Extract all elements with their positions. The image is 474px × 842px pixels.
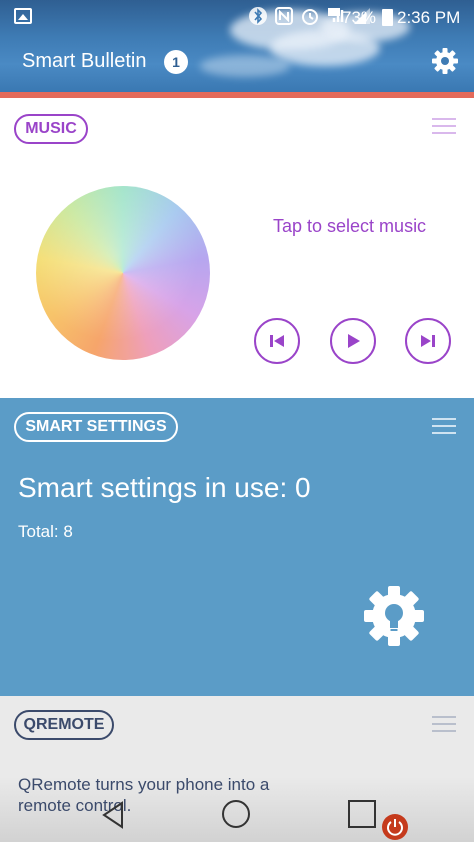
smart-settings-in-use: Smart settings in use: 0 — [18, 472, 311, 503]
qremote-label[interactable]: QREMOTE — [14, 710, 114, 740]
nfc-icon — [274, 6, 294, 26]
navigation-bar — [0, 786, 474, 842]
recent-apps-icon[interactable] — [348, 800, 376, 828]
previous-icon — [270, 335, 284, 347]
app-title: Smart Bulletin — [22, 50, 147, 72]
battery-percent: 73% — [342, 8, 377, 27]
power-icon[interactable] — [382, 814, 408, 840]
music-card: MUSIC Tap to select music — [0, 98, 474, 398]
home-icon[interactable] — [222, 800, 250, 828]
play-icon — [348, 334, 360, 348]
notification-badge: 1 — [164, 50, 188, 74]
bluetooth-icon — [248, 6, 268, 26]
status-bar: 73% 2:36 PM — [0, 0, 474, 34]
previous-button[interactable] — [254, 318, 300, 364]
status-time: 2:36 PM — [397, 8, 461, 27]
next-icon — [421, 335, 435, 347]
reorder-icon[interactable] — [432, 716, 456, 734]
smart-settings-total: Total: 8 — [18, 522, 73, 541]
bulb-gear-icon[interactable] — [362, 584, 426, 648]
back-icon[interactable] — [100, 800, 126, 835]
play-button[interactable] — [330, 318, 376, 364]
header: 73% 2:36 PM Smart Bulletin 1 — [0, 0, 474, 92]
music-label[interactable]: MUSIC — [14, 114, 88, 144]
smart-settings-label[interactable]: SMART SETTINGS — [14, 412, 178, 442]
alarm-icon — [300, 6, 320, 26]
smart-settings-card: SMART SETTINGS Smart settings in use: 0 … — [0, 398, 474, 696]
next-button[interactable] — [405, 318, 451, 364]
gear-icon[interactable] — [430, 46, 460, 76]
image-icon — [14, 8, 32, 24]
reorder-icon[interactable] — [432, 118, 456, 136]
reorder-icon[interactable] — [432, 418, 456, 436]
album-art[interactable] — [36, 186, 210, 360]
tap-to-select-music[interactable]: Tap to select music — [273, 216, 426, 237]
battery-icon — [382, 9, 393, 26]
